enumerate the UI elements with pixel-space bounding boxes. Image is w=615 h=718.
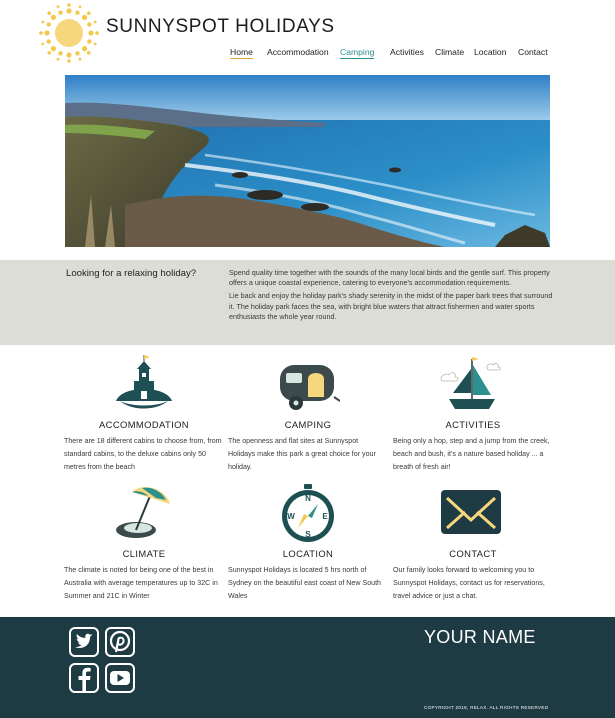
nav-contact[interactable]: Contact: [518, 47, 548, 57]
youtube-icon[interactable]: [105, 663, 135, 693]
intro-section: Looking for a relaxing holiday? Spend qu…: [0, 260, 615, 345]
copyright-text: COPYRIGHT 2018, RELAX. ALL RIGHTS RESERV…: [424, 705, 549, 710]
feature-title: CLIMATE: [122, 548, 166, 559]
feature-camping: CAMPING The openness and flat sites at S…: [228, 355, 388, 475]
site-footer: YOUR NAME COPYRIGHT 2018, RELAX. ALL RIG…: [0, 617, 615, 718]
pinterest-icon[interactable]: [105, 627, 135, 657]
hero-coastline-image: [65, 75, 550, 247]
site-title: SUNNYSPOT HOLIDAYS: [106, 16, 335, 37]
feature-description: Sunnyspot Holidays is located 5 hrs nort…: [228, 566, 382, 600]
svg-text:W: W: [287, 512, 295, 521]
svg-text:S: S: [305, 530, 311, 539]
nav-accommodation[interactable]: Accommodation: [267, 47, 329, 57]
feature-description: Our family looks forward to welcoming yo…: [393, 566, 545, 600]
feature-description: Being only a hop, step and a jump from t…: [393, 437, 550, 471]
feature-climate: CLIMATE The climate is noted for being o…: [64, 484, 224, 604]
sailboat-icon: [440, 357, 501, 409]
feature-description: The openness and flat sites at Sunnyspot…: [228, 437, 376, 471]
feature-description: There are 18 different cabins to choose …: [64, 437, 222, 471]
nav-activities[interactable]: Activities: [390, 47, 424, 57]
compass-icon: N S W E: [282, 484, 334, 542]
feature-accommodation: ACCOMMODATION There are 18 different cab…: [64, 355, 224, 475]
feature-location: N S W E LOCATION Sunnyspot Holidays is l…: [228, 484, 388, 604]
feature-title: LOCATION: [282, 548, 334, 559]
svg-text:E: E: [322, 512, 328, 521]
footer-name: YOUR NAME: [424, 627, 536, 647]
feature-title: ACCOMMODATION: [99, 419, 189, 430]
feature-activities: ACTIVITIES Being only a hop, step and a …: [393, 355, 553, 475]
svg-text:N: N: [305, 494, 311, 503]
intro-heading: Looking for a relaxing holiday?: [66, 268, 197, 279]
feature-title: ACTIVITIES: [445, 419, 501, 430]
intro-text: Spend quality time together with the sou…: [229, 268, 554, 322]
nav-camping[interactable]: Camping: [340, 47, 375, 59]
caravan-icon: [280, 365, 340, 410]
intro-paragraph: Lie back and enjoy the holiday park's sh…: [229, 291, 553, 321]
twitter-icon[interactable]: [69, 627, 99, 657]
intro-paragraph: Spend quality time together with the sou…: [229, 268, 550, 288]
feature-title: CAMPING: [284, 419, 332, 430]
sun-logo-icon[interactable]: [38, 2, 100, 64]
nav-climate[interactable]: Climate: [435, 47, 464, 57]
nav-home[interactable]: Home: [230, 47, 253, 59]
beach-umbrella-icon: [116, 487, 170, 538]
nav-location[interactable]: Location: [474, 47, 507, 57]
feature-title: CONTACT: [449, 548, 497, 559]
envelope-icon: [441, 490, 501, 534]
feature-contact: CONTACT Our family looks forward to welc…: [393, 484, 553, 604]
site-header: SUNNYSPOT HOLIDAYS Home Accommodation Ca…: [0, 0, 615, 70]
facebook-icon[interactable]: [69, 663, 99, 693]
castle-icon: [116, 355, 172, 409]
feature-description: The climate is noted for being one of th…: [64, 566, 218, 600]
